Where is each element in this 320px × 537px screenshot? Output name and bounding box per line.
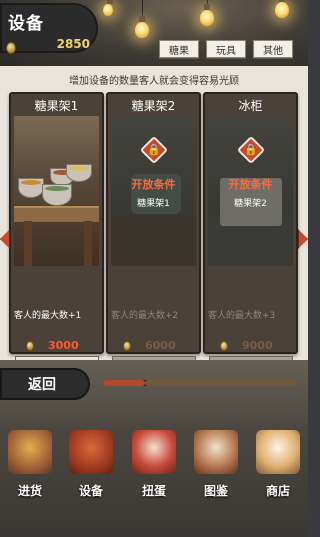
candy-shelf-image — [14, 116, 99, 266]
candy-shelf-2-image: 🔒 开放条件 糖果架1 — [111, 116, 196, 266]
equipment-card-candy-shelf-2[interactable]: 糖果架2 🔒 开放条件 糖果架1 客人的最大数+2 6000 设置 — [106, 92, 201, 378]
unlock-condition-title: 开放条件 — [131, 178, 176, 191]
unlock-requirement: 糖果架1 — [137, 199, 170, 209]
max-customers-stat: 客人的最大数+3 — [208, 311, 276, 321]
title-plate: 设备 2850 — [0, 3, 98, 54]
light-bulb-icon — [103, 0, 113, 16]
category-tabs: 糖果 玩具 其他 — [159, 40, 293, 58]
tab-toys[interactable]: 玩具 — [206, 40, 246, 58]
nav-equipment[interactable]: 设备 — [61, 430, 121, 505]
nav-shop[interactable]: 商店 — [248, 430, 308, 505]
card-title: 糖果架1 — [34, 99, 79, 113]
scroll-right-arrow-icon[interactable] — [298, 229, 308, 249]
equipment-panel: 增加设备的数量客人就会变得容易光顾 糖果架1 客人的最大数+1 3000 设置 … — [0, 66, 308, 378]
lucky-cat-icon — [256, 430, 300, 474]
back-button[interactable]: 返回 — [0, 368, 90, 400]
candy-bowl-icon — [18, 178, 44, 198]
coin-icon — [220, 341, 228, 351]
nav-encyclopedia[interactable]: 图鉴 — [186, 430, 246, 505]
light-bulb-icon — [200, 4, 214, 26]
tab-other[interactable]: 其他 — [253, 40, 293, 58]
gacha-machine-icon — [132, 430, 176, 474]
max-customers-stat: 客人的最大数+2 — [111, 311, 179, 321]
page-title: 设备 — [8, 14, 44, 34]
card-title: 冰柜 — [238, 99, 263, 113]
equipment-card-freezer[interactable]: 冰柜 🔒 开放条件 糖果架2 客人的最大数+3 9000 设置 — [203, 92, 298, 378]
price: 3000 — [26, 339, 96, 353]
candy-bowl-icon — [66, 164, 92, 182]
scroll-left-arrow-icon[interactable] — [0, 229, 10, 249]
card-title: 糖果架2 — [131, 99, 176, 113]
price: 9000 — [220, 339, 290, 353]
bottom-navigation: 进货 设备 扭蛋 图鉴 商店 — [0, 430, 308, 510]
nav-restock[interactable]: 进货 — [0, 430, 60, 505]
unlock-condition-title: 开放条件 — [228, 178, 273, 191]
candy-bowl-icon — [42, 184, 72, 206]
gold-amount: 2850 — [56, 37, 90, 51]
coin-icon — [6, 41, 16, 54]
max-customers-stat: 客人的最大数+1 — [14, 311, 82, 321]
gold-counter: 2850 — [6, 37, 96, 54]
equipment-card-candy-shelf-1[interactable]: 糖果架1 客人的最大数+1 3000 设置 — [9, 92, 104, 378]
freezer-image: 🔒 开放条件 糖果架2 — [208, 116, 293, 266]
book-icon — [194, 430, 238, 474]
light-bulb-icon — [135, 16, 149, 38]
light-bulb-icon — [275, 0, 289, 18]
price: 6000 — [123, 339, 193, 353]
unlock-requirement: 糖果架2 — [234, 199, 267, 209]
hint-text: 增加设备的数量客人就会变得容易光顾 — [69, 76, 239, 87]
nav-gacha[interactable]: 扭蛋 — [124, 430, 184, 505]
coin-icon — [123, 341, 131, 351]
basket-icon — [8, 430, 52, 474]
tab-candy[interactable]: 糖果 — [159, 40, 199, 58]
coin-icon — [26, 341, 34, 351]
scroll-progress-bar[interactable] — [103, 380, 298, 386]
toolbox-icon — [69, 430, 113, 474]
